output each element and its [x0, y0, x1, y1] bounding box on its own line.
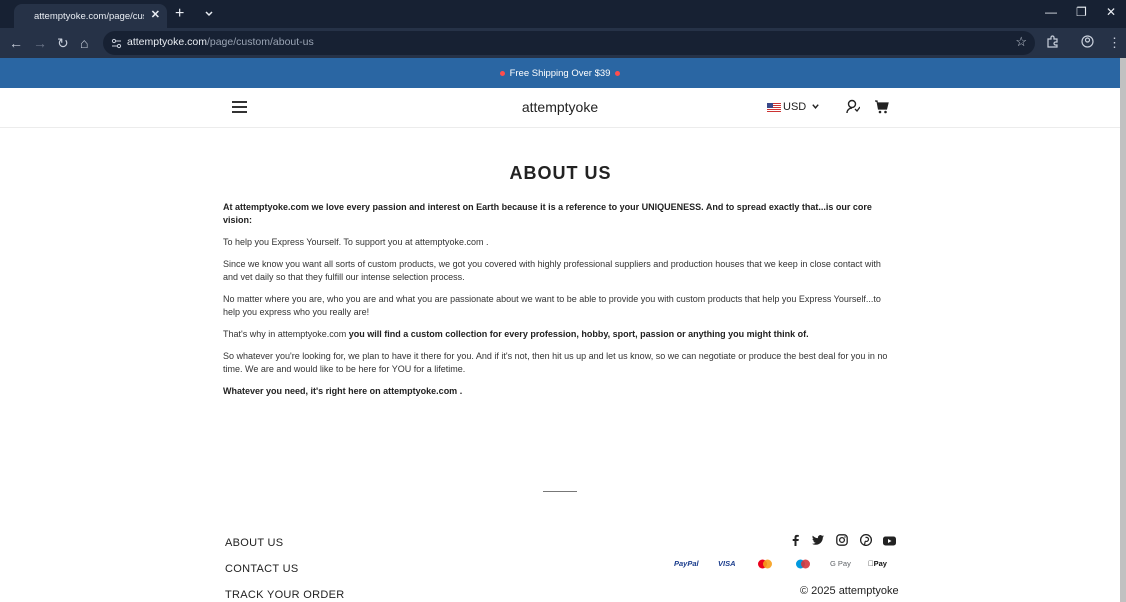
- site-logo[interactable]: attemptyoke: [0, 99, 1120, 115]
- paragraph: That's why in attemptyoke.com you will f…: [223, 329, 809, 339]
- forward-icon[interactable]: →: [33, 35, 47, 51]
- youtube-icon[interactable]: [883, 533, 896, 551]
- browser-tab-bar: attemptyoke.com/page/custom/about-us ✕ +…: [0, 0, 1126, 28]
- apple-pay-icon: Pay: [868, 559, 887, 568]
- tab-list-chevron-icon[interactable]: [204, 6, 214, 24]
- paragraph: To help you Express Yourself. To support…: [223, 237, 489, 247]
- close-window-icon[interactable]: ✕: [1106, 5, 1116, 19]
- maestro-icon: [795, 559, 811, 571]
- footer-link-contact-us[interactable]: CONTACT US: [225, 563, 299, 575]
- extensions-icon[interactable]: [1046, 35, 1059, 51]
- footer-divider: [543, 491, 577, 492]
- web-page: Free Shipping Over $39 attemptyoke USD A…: [0, 58, 1120, 602]
- cart-icon[interactable]: [874, 99, 889, 119]
- page-scrollbar[interactable]: [1120, 58, 1126, 602]
- announcement-text: Free Shipping Over $39: [509, 67, 611, 79]
- paragraph: At attemptyoke.com we love every passion…: [223, 202, 872, 225]
- account-icon[interactable]: [846, 99, 861, 119]
- pinterest-icon[interactable]: [859, 533, 873, 551]
- about-content: ABOUT US At attemptyoke.com we love ever…: [223, 136, 898, 398]
- profile-icon[interactable]: [1081, 35, 1094, 51]
- announcement-bar: Free Shipping Over $39: [0, 58, 1120, 88]
- tab-close-icon[interactable]: ✕: [151, 8, 160, 21]
- us-flag-icon: [767, 102, 781, 112]
- menu-kebab-icon[interactable]: ⋮: [1108, 35, 1121, 51]
- twitter-icon[interactable]: [812, 533, 824, 551]
- tab-title: attemptyoke.com/page/custom/about-us: [34, 10, 144, 22]
- browser-tab[interactable]: attemptyoke.com/page/custom/about-us ✕: [14, 4, 167, 28]
- chevron-down-icon: [811, 102, 820, 113]
- back-icon[interactable]: ←: [9, 35, 23, 51]
- site-header: attemptyoke USD: [0, 88, 1120, 128]
- restore-icon[interactable]: ❐: [1076, 5, 1087, 19]
- paragraph: No matter where you are, who you are and…: [223, 294, 881, 317]
- facebook-icon[interactable]: [790, 533, 800, 551]
- instagram-icon[interactable]: [836, 533, 848, 551]
- browser-toolbar: ← → ↻ ⌂ attemptyoke.com/page/custom/abou…: [0, 28, 1126, 58]
- paragraph: So whatever you're looking for, we plan …: [223, 351, 888, 374]
- reload-icon[interactable]: ↻: [57, 35, 69, 52]
- footer-link-track-order[interactable]: TRACK YOUR ORDER: [225, 589, 345, 601]
- page-title: ABOUT US: [509, 163, 612, 183]
- new-tab-icon[interactable]: +: [175, 5, 184, 23]
- address-bar[interactable]: attemptyoke.com/page/custom/about-us ☆: [103, 31, 1035, 55]
- visa-icon: VISA: [718, 559, 736, 568]
- footer-link-about-us[interactable]: ABOUT US: [225, 537, 283, 549]
- home-icon[interactable]: ⌂: [80, 35, 88, 51]
- minimize-icon[interactable]: —: [1045, 5, 1057, 19]
- paypal-icon: PayPal: [674, 559, 699, 568]
- site-info-icon[interactable]: [111, 36, 122, 54]
- bookmark-star-icon[interactable]: ☆: [1015, 34, 1027, 50]
- paragraph: Whatever you need, it's right here on at…: [223, 386, 463, 396]
- copyright-text: © 2025 attemptyoke: [800, 585, 899, 597]
- currency-selector[interactable]: USD: [767, 101, 820, 113]
- mastercard-icon: [757, 559, 773, 571]
- sparkle-icon: [615, 70, 621, 76]
- url-text: attemptyoke.com/page/custom/about-us: [127, 36, 314, 48]
- scrollbar-thumb[interactable]: [1120, 58, 1126, 602]
- google-pay-icon: G Pay: [830, 559, 851, 568]
- sparkle-icon: [499, 70, 505, 76]
- paragraph: Since we know you want all sorts of cust…: [223, 259, 881, 282]
- currency-label: USD: [783, 101, 807, 113]
